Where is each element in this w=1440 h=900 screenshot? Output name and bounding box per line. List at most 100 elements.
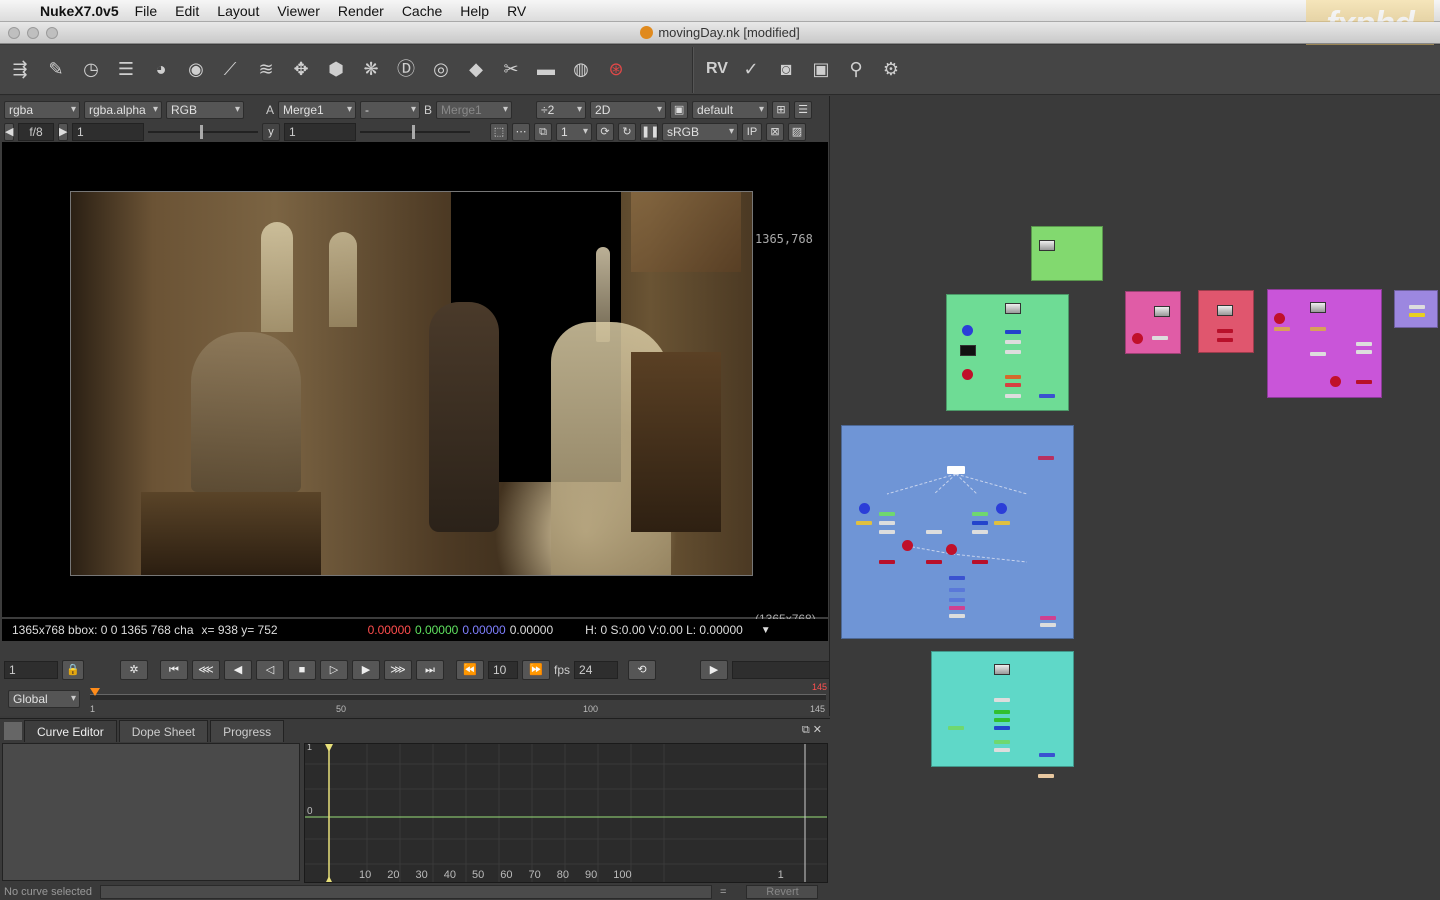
metadata-icon[interactable]: ◆ — [464, 57, 488, 81]
node[interactable] — [949, 598, 965, 602]
loop-icon[interactable]: ⟲ — [628, 660, 657, 680]
node[interactable] — [948, 726, 964, 730]
stop-icon[interactable]: ■ — [288, 660, 316, 680]
node-graph[interactable] — [831, 96, 1440, 900]
snapshot-icon[interactable]: ▣ — [670, 101, 689, 119]
view-mode-dropdown[interactable]: 2D — [590, 101, 667, 119]
node[interactable] — [994, 718, 1010, 722]
particles-icon[interactable]: ❋ — [359, 57, 383, 81]
refresh-icon[interactable]: ⟳ — [596, 123, 614, 141]
node[interactable] — [949, 588, 965, 592]
dot-node[interactable] — [996, 503, 1007, 514]
node[interactable] — [1356, 380, 1372, 384]
lock-icon[interactable]: 🔒 — [62, 660, 84, 680]
deep-icon[interactable]: Ⓓ — [394, 57, 418, 81]
roi-icon[interactable]: ⬚ — [490, 123, 508, 141]
zoom-window-button[interactable] — [46, 27, 58, 39]
zebra-icon[interactable]: ▨ — [788, 123, 806, 141]
eye-icon[interactable]: ◙ — [774, 57, 798, 81]
merge-icon[interactable]: ≋ — [254, 57, 278, 81]
node[interactable] — [1039, 394, 1055, 398]
backdrop-mint[interactable] — [946, 294, 1069, 411]
soft-clip-icon[interactable]: ⊠ — [766, 123, 784, 141]
dot-node[interactable] — [962, 325, 973, 336]
next-keyframe-icon[interactable]: ⋙ — [384, 660, 412, 680]
prev-keyframe-icon[interactable]: ⋘ — [192, 660, 220, 680]
display-dropdown[interactable]: RGB — [166, 101, 244, 119]
first-frame-icon[interactable]: ⏮ — [160, 660, 188, 680]
read-node[interactable] — [1154, 306, 1170, 317]
flipbook-icon[interactable]: ▶ — [700, 660, 729, 680]
node[interactable] — [856, 521, 872, 525]
read-node[interactable] — [1217, 305, 1233, 316]
node[interactable] — [949, 576, 965, 580]
wrench-icon[interactable]: ⚲ — [844, 57, 868, 81]
flipbook-field[interactable] — [732, 661, 831, 679]
dot-node[interactable] — [902, 540, 913, 551]
node[interactable] — [879, 512, 895, 516]
dot-node[interactable] — [859, 503, 870, 514]
alpha-channel-dropdown[interactable]: rgba.alpha — [84, 101, 162, 119]
menu-help[interactable]: Help — [460, 3, 489, 19]
pause-icon[interactable]: ❚❚ — [640, 123, 659, 141]
expression-field[interactable] — [100, 885, 713, 899]
menu-file[interactable]: File — [135, 3, 158, 19]
gamma-slider[interactable] — [360, 123, 470, 141]
lut-dropdown[interactable]: default — [692, 101, 769, 119]
prev-frame-icon[interactable]: ◀ — [224, 660, 252, 680]
rv-button[interactable]: RV — [702, 57, 732, 81]
node[interactable] — [1005, 394, 1021, 398]
play-backward-icon[interactable]: ◁ — [256, 660, 284, 680]
node[interactable] — [1274, 327, 1290, 331]
fstop-increase-icon[interactable]: ▶ — [58, 123, 68, 141]
colorspace-dropdown[interactable]: sRGB — [662, 123, 738, 141]
read-node[interactable] — [1310, 302, 1326, 313]
backdrop-red[interactable] — [1198, 290, 1254, 353]
b-input-dropdown[interactable]: Merge1 — [436, 101, 513, 119]
node[interactable] — [1217, 329, 1233, 333]
node[interactable] — [879, 530, 895, 534]
backdrop-pink[interactable] — [1125, 291, 1181, 354]
step-back-icon[interactable]: ⏪ — [456, 660, 484, 680]
menu-edit[interactable]: Edit — [175, 3, 199, 19]
timeline-cursor[interactable] — [90, 688, 100, 696]
node[interactable] — [1310, 327, 1326, 331]
fstop-field[interactable]: f/8 — [18, 123, 54, 141]
menu-render[interactable]: Render — [338, 3, 384, 19]
node[interactable] — [879, 560, 895, 564]
ocula-icon[interactable]: ⊛ — [604, 57, 628, 81]
node[interactable] — [1040, 616, 1056, 620]
read-node[interactable] — [1039, 240, 1055, 251]
gear-icon[interactable]: ⚙ — [879, 57, 903, 81]
curve-graph[interactable]: 1 0 10 20 30 40 50 60 70 80 90 100 1 — [304, 743, 828, 883]
menu-layout[interactable]: Layout — [217, 3, 259, 19]
node[interactable] — [994, 710, 1010, 714]
play-forward-icon[interactable]: ▷ — [320, 660, 348, 680]
node[interactable] — [947, 466, 965, 474]
dot-node[interactable] — [1132, 333, 1143, 344]
info-menu-icon[interactable]: ▼ — [761, 625, 771, 636]
node[interactable] — [994, 726, 1010, 730]
node[interactable] — [1005, 330, 1021, 334]
frame-field[interactable]: 1 — [4, 661, 58, 679]
node[interactable] — [1005, 375, 1021, 379]
node[interactable] — [972, 512, 988, 516]
node[interactable] — [1310, 352, 1326, 356]
node[interactable] — [1005, 350, 1021, 354]
node[interactable] — [1409, 313, 1425, 317]
dot-node[interactable] — [1274, 313, 1285, 324]
menu-viewer[interactable]: Viewer — [277, 3, 320, 19]
backdrop-violet[interactable] — [1267, 289, 1382, 398]
panel-menu-icon[interactable] — [4, 722, 22, 740]
node[interactable] — [972, 530, 988, 534]
minimize-window-button[interactable] — [27, 27, 39, 39]
overlay-icon[interactable]: ⊞ — [772, 101, 791, 119]
channel-icon[interactable]: ☰ — [114, 57, 138, 81]
backdrop-lavender[interactable] — [1394, 290, 1438, 328]
dot-node[interactable] — [1330, 376, 1341, 387]
node[interactable] — [949, 606, 965, 610]
node[interactable] — [1039, 753, 1055, 757]
tab-progress[interactable]: Progress — [210, 720, 285, 742]
channels-dropdown[interactable]: rgba — [4, 101, 80, 119]
3d-icon[interactable]: ⬢ — [324, 57, 348, 81]
